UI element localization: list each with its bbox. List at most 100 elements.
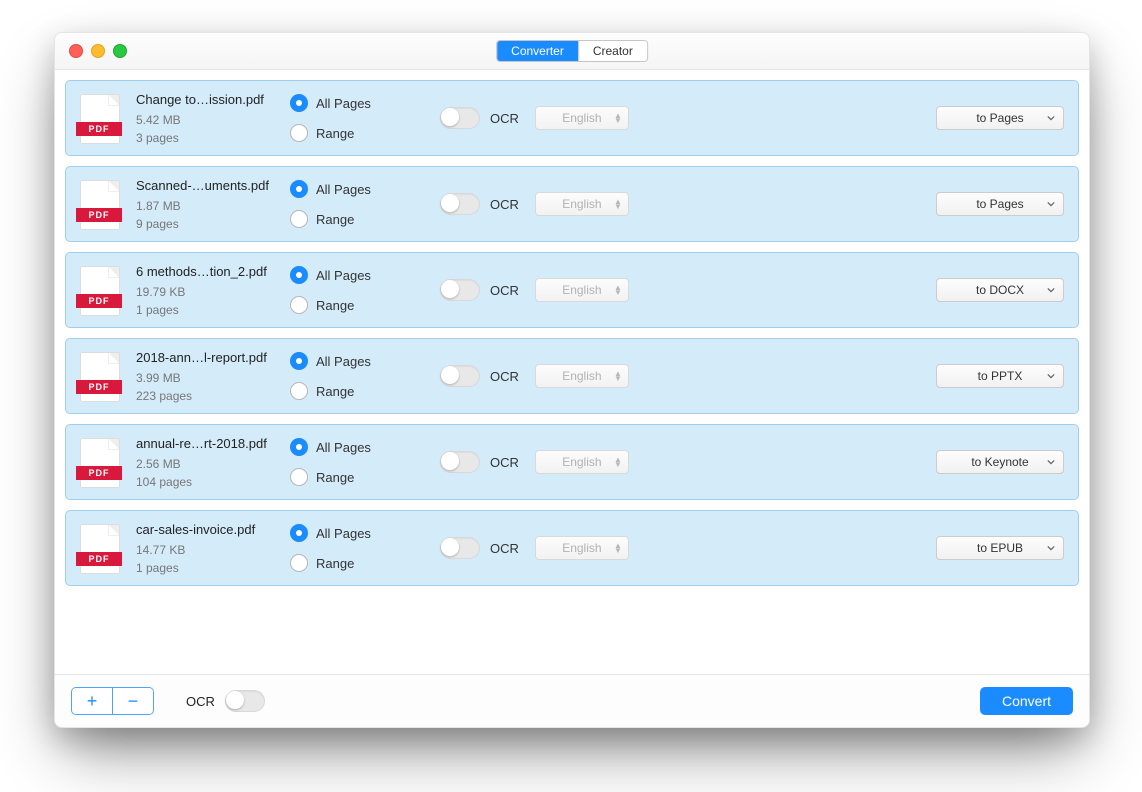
pdf-file-icon: PDF bbox=[80, 438, 118, 486]
row-ocr: OCREnglish▲▼ bbox=[440, 278, 640, 302]
ocr-toggle[interactable] bbox=[440, 365, 480, 387]
radio-dot-icon bbox=[290, 524, 308, 542]
radio-dot-icon bbox=[290, 382, 308, 400]
ocr-language-select[interactable]: English▲▼ bbox=[535, 106, 629, 130]
convert-button[interactable]: Convert bbox=[980, 687, 1073, 715]
output-format-select[interactable]: to Pages bbox=[936, 106, 1064, 130]
tab-creator[interactable]: Creator bbox=[578, 41, 647, 61]
radio-all-pages-label: All Pages bbox=[316, 354, 371, 369]
tab-converter[interactable]: Converter bbox=[497, 41, 578, 61]
file-size: 5.42 MB bbox=[136, 113, 290, 127]
page-selection: All Pages Range bbox=[290, 352, 440, 400]
ocr-toggle[interactable] bbox=[440, 279, 480, 301]
row-ocr: OCREnglish▲▼ bbox=[440, 192, 640, 216]
radio-dot-icon bbox=[290, 438, 308, 456]
radio-all-pages[interactable]: All Pages bbox=[290, 352, 440, 370]
radio-all-pages[interactable]: All Pages bbox=[290, 180, 440, 198]
radio-range[interactable]: Range bbox=[290, 296, 440, 314]
radio-range[interactable]: Range bbox=[290, 554, 440, 572]
titlebar: Converter Creator bbox=[55, 33, 1089, 70]
ocr-language-select[interactable]: English▲▼ bbox=[535, 192, 629, 216]
ocr-toggle[interactable] bbox=[440, 451, 480, 473]
file-row[interactable]: PDF2018-ann…l-report.pdf3.99 MB223 pages… bbox=[65, 338, 1079, 414]
ocr-toggle[interactable] bbox=[440, 537, 480, 559]
file-list: PDFChange to…ission.pdf5.42 MB3 pagesAll… bbox=[55, 70, 1089, 674]
radio-all-pages-label: All Pages bbox=[316, 440, 371, 455]
file-info: Change to…ission.pdf5.42 MB3 pages bbox=[136, 92, 290, 145]
radio-dot-icon bbox=[290, 210, 308, 228]
pdf-badge: PDF bbox=[76, 380, 122, 394]
file-page-count: 1 pages bbox=[136, 303, 290, 317]
chevron-down-icon bbox=[1047, 111, 1055, 125]
close-window-icon[interactable] bbox=[69, 44, 83, 58]
ocr-language-select[interactable]: English▲▼ bbox=[535, 364, 629, 388]
radio-all-pages[interactable]: All Pages bbox=[290, 438, 440, 456]
pdf-file-icon: PDF bbox=[80, 180, 118, 228]
radio-dot-icon bbox=[290, 266, 308, 284]
output-format-value: to DOCX bbox=[976, 283, 1024, 297]
window-controls bbox=[55, 44, 127, 58]
chevron-updown-icon: ▲▼ bbox=[614, 537, 622, 559]
radio-all-pages[interactable]: All Pages bbox=[290, 266, 440, 284]
fullscreen-window-icon[interactable] bbox=[113, 44, 127, 58]
page-selection: All Pages Range bbox=[290, 524, 440, 572]
ocr-language-value: English bbox=[562, 541, 601, 555]
file-size: 19.79 KB bbox=[136, 285, 290, 299]
radio-dot-icon bbox=[290, 296, 308, 314]
file-row[interactable]: PDFChange to…ission.pdf5.42 MB3 pagesAll… bbox=[65, 80, 1079, 156]
radio-all-pages-label: All Pages bbox=[316, 96, 371, 111]
ocr-toggle[interactable] bbox=[440, 193, 480, 215]
radio-range[interactable]: Range bbox=[290, 124, 440, 142]
file-row[interactable]: PDF annual-re…rt-2018.pdf2.56 MB104 pages… bbox=[65, 424, 1079, 500]
row-ocr: OCR English▲▼ bbox=[440, 450, 640, 474]
page-selection: All Pages Range bbox=[290, 438, 440, 486]
chevron-down-icon bbox=[1047, 455, 1055, 469]
radio-all-pages[interactable]: All Pages bbox=[290, 524, 440, 542]
radio-range-label: Range bbox=[316, 384, 354, 399]
ocr-language-select[interactable]: English▲▼ bbox=[535, 450, 629, 474]
global-ocr-toggle[interactable] bbox=[225, 690, 265, 712]
pdf-badge: PDF bbox=[76, 552, 122, 566]
page-selection: All Pages Range bbox=[290, 94, 440, 142]
add-file-button[interactable]: + bbox=[72, 688, 112, 714]
file-name: Scanned-…uments.pdf bbox=[136, 178, 290, 193]
output-format-select[interactable]: to PPTX bbox=[936, 364, 1064, 388]
file-info: annual-re…rt-2018.pdf2.56 MB104 pages bbox=[136, 436, 290, 489]
output-format-value: to Keynote bbox=[971, 455, 1028, 469]
pdf-badge: PDF bbox=[76, 122, 122, 136]
remove-file-button[interactable]: − bbox=[113, 688, 153, 714]
radio-dot-icon bbox=[290, 180, 308, 198]
output-format-select[interactable]: to EPUB bbox=[936, 536, 1064, 560]
radio-range[interactable]: Range bbox=[290, 382, 440, 400]
chevron-updown-icon: ▲▼ bbox=[614, 451, 622, 473]
file-row[interactable]: PDFScanned-…uments.pdf1.87 MB9 pagesAll … bbox=[65, 166, 1079, 242]
ocr-label: OCR bbox=[490, 455, 519, 470]
radio-dot-icon bbox=[290, 94, 308, 112]
pdf-file-icon: PDF bbox=[80, 352, 118, 400]
output-format-select[interactable]: to Keynote bbox=[936, 450, 1064, 474]
chevron-down-icon bbox=[1047, 197, 1055, 211]
ocr-language-select[interactable]: English ▲▼ bbox=[535, 536, 629, 560]
ocr-language-value: English bbox=[562, 197, 601, 211]
file-row[interactable]: PDF6 methods…tion_2.pdf19.79 KB1 pagesAl… bbox=[65, 252, 1079, 328]
radio-dot-icon bbox=[290, 554, 308, 572]
output-format-select[interactable]: to Pages bbox=[936, 192, 1064, 216]
ocr-language-select[interactable]: English▲▼ bbox=[535, 278, 629, 302]
file-name: annual-re…rt-2018.pdf bbox=[136, 436, 290, 451]
file-row[interactable]: PDF car-sales-invoice.pdf14.77 KB1 pagesA… bbox=[65, 510, 1079, 586]
output-format-value: to Pages bbox=[976, 111, 1023, 125]
ocr-label: OCR bbox=[490, 541, 519, 556]
radio-dot-icon bbox=[290, 468, 308, 486]
pdf-file-icon: PDF bbox=[80, 94, 118, 142]
file-size: 14.77 KB bbox=[136, 543, 290, 557]
row-ocr: OCR English ▲▼ bbox=[440, 536, 640, 560]
ocr-toggle[interactable] bbox=[440, 107, 480, 129]
radio-range[interactable]: Range bbox=[290, 468, 440, 486]
pdf-badge: PDF bbox=[76, 466, 122, 480]
output-format-select[interactable]: to DOCX bbox=[936, 278, 1064, 302]
file-info: car-sales-invoice.pdf14.77 KB1 pages bbox=[136, 522, 290, 575]
minimize-window-icon[interactable] bbox=[91, 44, 105, 58]
radio-all-pages[interactable]: All Pages bbox=[290, 94, 440, 112]
radio-range[interactable]: Range bbox=[290, 210, 440, 228]
pdf-badge: PDF bbox=[76, 294, 122, 308]
